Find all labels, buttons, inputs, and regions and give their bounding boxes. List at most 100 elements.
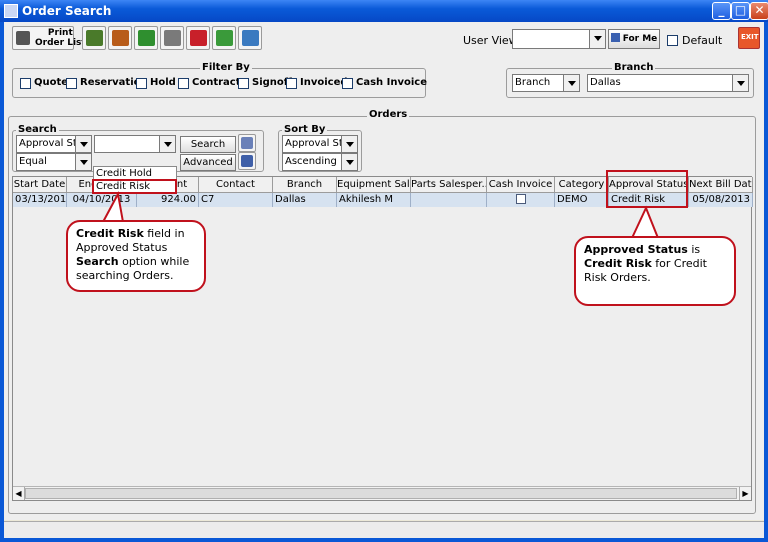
advanced-find-button[interactable]	[238, 152, 256, 170]
scrollbar-thumb[interactable]	[25, 488, 737, 499]
sort-by-title: Sort By	[282, 124, 328, 135]
filter-cash-invoice-label: Cash Invoice	[356, 77, 428, 88]
column-header-category[interactable]: Category	[555, 177, 609, 193]
close-button[interactable]: ✕	[750, 2, 768, 20]
filter-invoiced-label: Invoiced	[300, 77, 348, 88]
branch-type-dropdown[interactable]: Branch	[512, 74, 580, 92]
table-cell-amount[interactable]: 924.00	[137, 193, 199, 207]
print-label: Print	[47, 28, 73, 38]
ledger-button[interactable]	[134, 26, 158, 50]
table-cell-cash[interactable]	[487, 193, 555, 207]
truck-button[interactable]	[82, 26, 106, 50]
search-field-dropdown[interactable]: Approval St...	[16, 135, 92, 153]
user-view-label: User View	[463, 34, 518, 47]
filter-contract-label: Contract	[192, 77, 241, 88]
column-header-contact[interactable]: Contact	[199, 177, 273, 193]
filter-quote-checkbox[interactable]	[20, 78, 31, 89]
exit-icon: EXIT	[741, 33, 759, 41]
search-value-dropdown[interactable]	[94, 135, 176, 153]
cash-invoice-checkbox[interactable]	[515, 194, 526, 204]
column-header-equipment-sal[interactable]: Equipment Sal...	[337, 177, 411, 193]
refresh-icon	[216, 30, 233, 46]
scroll-left-icon[interactable]: ◀	[13, 487, 25, 500]
status-bar	[4, 521, 764, 538]
minimize-button[interactable]: _	[712, 2, 731, 20]
chevron-down-icon	[732, 75, 748, 91]
table-cell-parts[interactable]	[411, 193, 487, 207]
table-cell-next-bill[interactable]: 05/08/2013	[689, 193, 753, 207]
column-header-next-bill-date[interactable]: Next Bill Date	[689, 177, 753, 193]
orders-title: Orders	[367, 109, 410, 120]
option-credit-hold[interactable]: Credit Hold	[96, 168, 152, 179]
table-cell-end[interactable]: 04/10/2013	[67, 193, 137, 207]
horizontal-scrollbar[interactable]: ◀ ▶	[13, 486, 751, 500]
order-list-label: Order List	[35, 38, 86, 48]
arrows-icon	[242, 30, 259, 46]
filter-hold-checkbox[interactable]	[136, 78, 147, 89]
find-button[interactable]	[238, 134, 256, 152]
right-callout: Approved Status is Credit Risk for Credi…	[574, 236, 736, 306]
left-callout: Credit Risk field in Approved Status Sea…	[66, 220, 206, 292]
chevron-down-icon	[75, 154, 91, 170]
toolbar: Print Order List User View For Me Defaul…	[4, 25, 764, 55]
refresh-button[interactable]	[212, 26, 236, 50]
table-cell-branch[interactable]: Dallas	[273, 193, 337, 207]
column-header-cash-invoice[interactable]: Cash Invoice	[487, 177, 555, 193]
filter-cash-invoice-checkbox[interactable]	[342, 78, 353, 89]
scroll-right-icon[interactable]: ▶	[739, 487, 751, 500]
table-cell-start[interactable]: 03/13/2013	[13, 193, 67, 207]
window-title: Order Search	[22, 4, 112, 18]
chevron-down-icon	[341, 154, 357, 170]
filter-signoff-checkbox[interactable]	[238, 78, 249, 89]
exit-button[interactable]: EXIT	[738, 27, 760, 49]
key-button[interactable]	[160, 26, 184, 50]
table-cell-equipment[interactable]: Akhilesh M	[337, 193, 411, 207]
filter-quote-label: Quote	[34, 77, 69, 88]
advanced-button[interactable]: Advanced	[180, 154, 236, 171]
print-order-list-button[interactable]: Print Order List	[12, 26, 86, 50]
floppy-icon	[610, 33, 620, 42]
key-icon	[164, 30, 181, 46]
search-button[interactable]: Search	[180, 136, 236, 153]
magnifier-icon	[241, 137, 253, 149]
app-window-icon	[4, 4, 18, 18]
credit-risk-highlight	[92, 179, 177, 194]
chevron-down-icon	[341, 136, 357, 152]
column-header-start-date[interactable]: Start Date	[13, 177, 67, 193]
filter-hold-label: Hold	[150, 77, 176, 88]
arrows-button[interactable]	[238, 26, 262, 50]
search-operator-dropdown[interactable]: Equal	[16, 153, 92, 171]
user-view-dropdown[interactable]	[512, 29, 606, 49]
print-order-list-icon	[16, 31, 30, 45]
filter-by-title: Filter By	[200, 62, 252, 73]
document-search-icon	[241, 155, 253, 167]
title-bar: Order Search _ □ ✕	[0, 0, 768, 22]
table-cell-contact[interactable]: C7	[199, 193, 273, 207]
truck-icon	[86, 30, 103, 46]
book-button[interactable]	[108, 26, 132, 50]
branch-title: Branch	[612, 62, 656, 73]
green-ledger-icon	[138, 30, 155, 46]
branch-dropdown[interactable]: Dallas	[587, 74, 749, 92]
chevron-down-icon	[563, 75, 579, 91]
column-header-parts-salesper[interactable]: Parts Salesper...	[411, 177, 487, 193]
book-icon	[112, 30, 129, 46]
maximize-button[interactable]: □	[731, 2, 750, 20]
table-cell-category[interactable]: DEMO	[555, 193, 609, 207]
approval-status-highlight	[606, 170, 688, 208]
chevron-down-icon	[159, 136, 175, 152]
filter-reservation-checkbox[interactable]	[66, 78, 77, 89]
default-checkbox[interactable]	[667, 35, 678, 46]
dollar-icon	[190, 30, 207, 46]
chevron-down-icon	[589, 30, 605, 48]
default-label: Default	[682, 34, 723, 47]
chevron-down-icon	[75, 136, 91, 152]
sort-order-dropdown[interactable]: Ascending	[282, 153, 358, 171]
dollar-button[interactable]	[186, 26, 210, 50]
search-title: Search	[16, 124, 59, 135]
filter-invoiced-checkbox[interactable]	[286, 78, 297, 89]
filter-contract-checkbox[interactable]	[178, 78, 189, 89]
sort-field-dropdown[interactable]: Approval St...	[282, 135, 358, 153]
for-me-button[interactable]: For Me	[608, 29, 660, 49]
column-header-branch[interactable]: Branch	[273, 177, 337, 193]
